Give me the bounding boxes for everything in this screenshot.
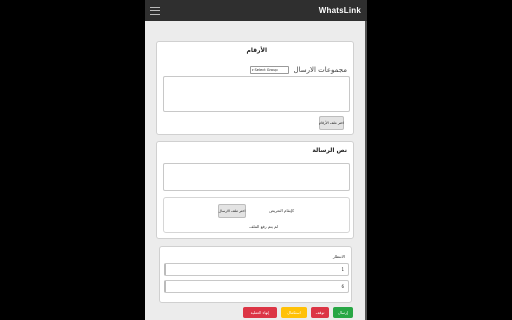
offer-checkbox-label[interactable]: كإيقام التعريض (269, 208, 294, 213)
message-textarea[interactable] (163, 163, 350, 191)
numbers-textarea[interactable] (163, 76, 350, 112)
choose-send-file-button[interactable]: اختر ملف الارسال (218, 204, 246, 218)
group-select[interactable]: ▾ Select Group (250, 66, 289, 74)
top-navbar: WhatsLink (145, 0, 367, 21)
wait-max-input[interactable]: 6 (164, 280, 349, 293)
choose-numbers-file-button[interactable]: اختر ملف الأرقام (319, 116, 344, 130)
wait-title: الانتظار (332, 254, 345, 259)
window-edge (365, 21, 367, 320)
finish-process-button[interactable]: إنهاء العملية (243, 307, 277, 318)
hamburger-icon[interactable] (150, 6, 160, 15)
numbers-card: الأرقام مجموعات الارسال ▾ Select Group ا… (156, 41, 354, 135)
file-upload-box: اختر ملف الارسال كإيقام التعريض لم يتم ر… (163, 197, 350, 233)
wait-min-input[interactable]: 1 (164, 263, 349, 276)
numbers-title: الأرقام (246, 47, 267, 54)
send-groups-label: مجموعات الارسال (293, 66, 347, 74)
app-window: WhatsLink الأرقام مجموعات الارسال ▾ Sele… (145, 0, 367, 320)
group-select-value: Select Group (254, 68, 278, 72)
message-title: نص الرسالة (312, 147, 347, 154)
brand-logo-text: WhatsLink (318, 6, 361, 15)
chevron-down-icon: ▾ (252, 68, 254, 72)
stop-button[interactable]: توقف (311, 307, 329, 318)
file-status-text: لم يتم رفع الملف (249, 224, 278, 229)
message-card: نص الرسالة اختر ملف الارسال كإيقام التعر… (156, 141, 354, 239)
wait-card: الانتظار 1 6 (159, 246, 352, 303)
continue-button[interactable]: استكمال (281, 307, 307, 318)
send-button[interactable]: إرسال (333, 307, 353, 318)
